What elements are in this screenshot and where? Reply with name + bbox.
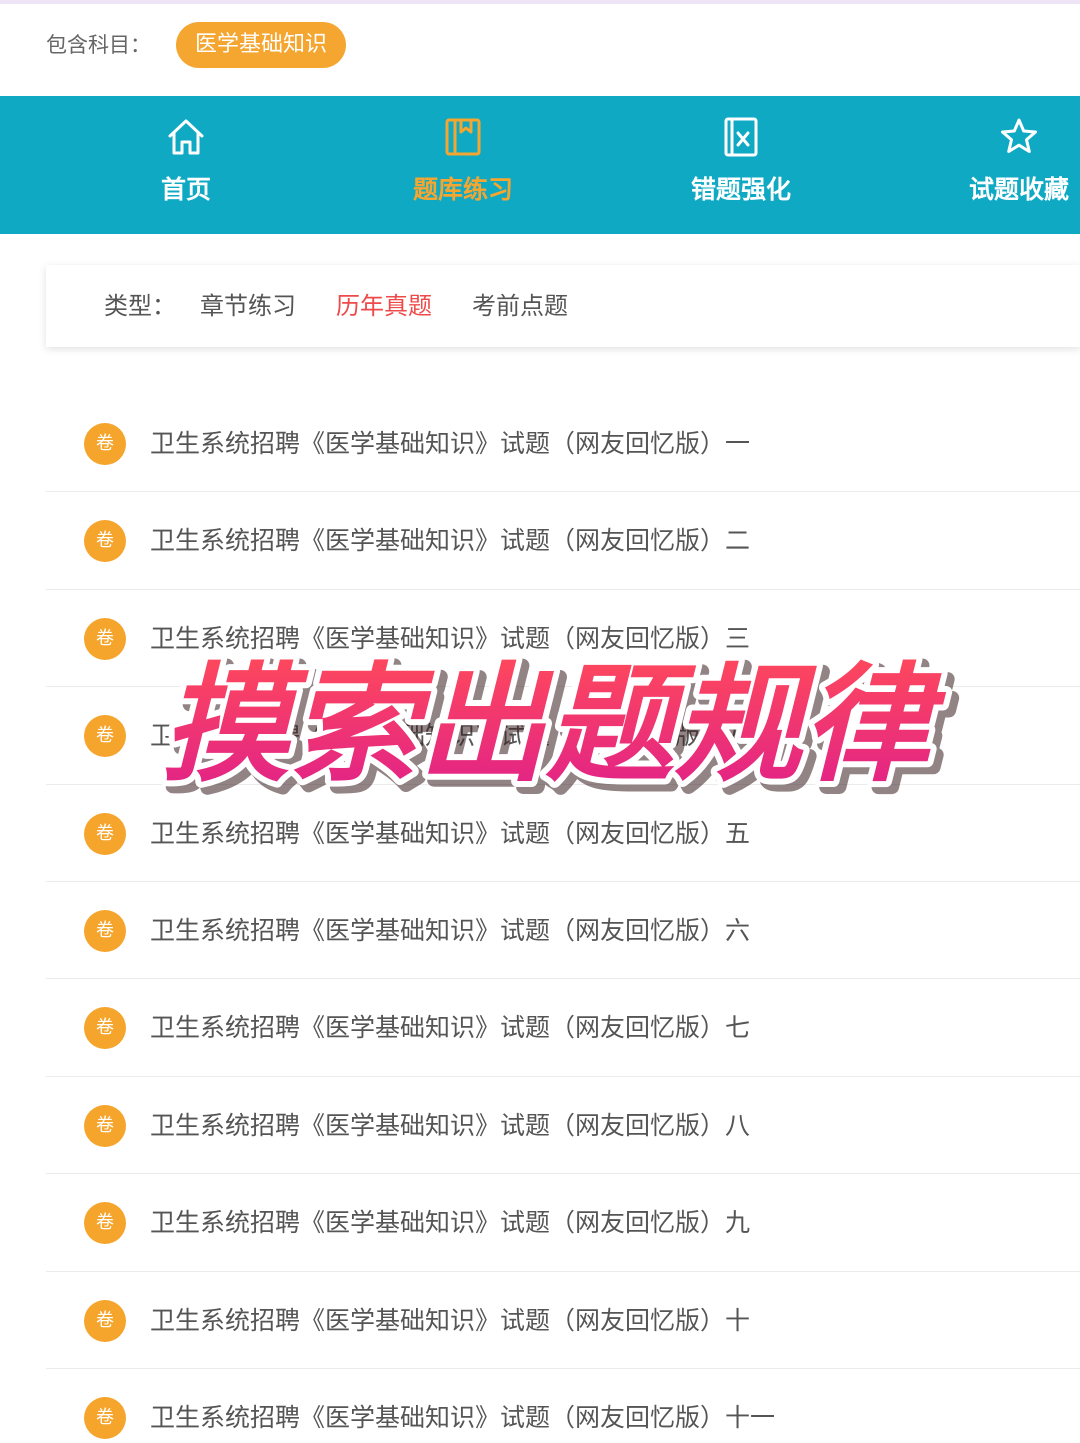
list-item[interactable]: 卷 卫生系统招聘《医学基础知识》试题（网友回忆版）十 xyxy=(46,1272,1080,1369)
paper-title: 卫生系统招聘《医学基础知识》试题（网友回忆版）七 xyxy=(150,1013,751,1043)
nav-item-question-bank[interactable]: 题库练习 xyxy=(363,96,563,234)
type-option-pre-exam-tips[interactable]: 考前点题 xyxy=(472,291,568,321)
type-option-past-exams[interactable]: 历年真题 xyxy=(336,291,432,321)
subject-bar: 包含科目： 医学基础知识 xyxy=(0,4,1080,96)
paper-title: 卫生系统招聘《医学基础知识》试题（网友回忆版）一 xyxy=(150,429,751,458)
nav-item-wrong-questions[interactable]: 错题强化 xyxy=(641,96,841,234)
nav-item-label: 题库练习 xyxy=(412,175,513,204)
paper-title: 卫生系统招聘《医学基础知识》试题（网友回忆版）五 xyxy=(150,818,751,848)
subject-label: 包含科目： xyxy=(46,33,151,57)
subject-pill[interactable]: 医学基础知识 xyxy=(176,22,346,68)
paper-title: 卫生系统招聘《医学基础知识》试题（网友回忆版）十 xyxy=(150,1305,751,1335)
nav-item-label: 错题强化 xyxy=(690,175,791,204)
wrong-question-icon xyxy=(724,117,758,157)
book-icon xyxy=(445,118,481,156)
paper-title: 卫生系统招聘《医学基础知识》试题（网友回忆版）八 xyxy=(150,1110,751,1140)
list-item[interactable]: 卷 卫生系统招聘《医学基础知识》试题（网友回忆版）十一 xyxy=(46,1369,1080,1443)
star-icon xyxy=(1001,118,1037,153)
paper-badge-icon: 卷 xyxy=(84,520,126,563)
paper-title: 卫生系统招聘《医学基础知识》试题（网友回忆版）十一 xyxy=(150,1402,776,1432)
list-item[interactable]: 卷 卫生系统招聘《医学基础知识》试题（网友回忆版）八 xyxy=(46,1077,1080,1175)
home-icon xyxy=(168,119,204,155)
paper-title: 卫生系统招聘《医学基础知识》试题（网友回忆版）二 xyxy=(150,526,751,556)
overlay-text: 摸索出题规律 xyxy=(162,651,947,800)
list-item[interactable]: 卷 卫生系统招聘《医学基础知识》试题（网友回忆版）六 xyxy=(46,882,1080,980)
nav-item-home[interactable]: 首页 xyxy=(86,96,286,234)
list-item[interactable]: 卷 卫生系统招聘《医学基础知识》试题（网友回忆版）一 xyxy=(46,395,1080,493)
nav-item-label: 首页 xyxy=(160,175,211,204)
list-item[interactable]: 卷 卫生系统招聘《医学基础知识》试题（网友回忆版）七 xyxy=(46,979,1080,1077)
type-filter-label: 类型： xyxy=(104,292,176,320)
paper-list: 卷 卫生系统招聘《医学基础知识》试题（网友回忆版）一 卷 卫生系统招聘《医学基础… xyxy=(46,395,1080,1443)
main-nav: 首页 题库练习 错题强化 试题收藏 xyxy=(0,96,1080,234)
paper-badge-icon: 卷 xyxy=(84,1396,126,1439)
overlay-banner: 摸索出题规律 摸索出题规律 摸索出题规律 xyxy=(156,645,960,813)
list-item[interactable]: 卷 卫生系统招聘《医学基础知识》试题（网友回忆版）九 xyxy=(46,1174,1080,1272)
type-filter: 类型： 章节练习 历年真题 考前点题 xyxy=(46,265,1080,347)
paper-badge-icon: 卷 xyxy=(84,423,126,465)
paper-title: 卫生系统招聘《医学基础知识》试题（网友回忆版）六 xyxy=(150,915,751,945)
paper-badge-icon: 卷 xyxy=(84,1104,126,1147)
paper-badge-icon: 卷 xyxy=(84,909,126,952)
nav-item-label: 试题收藏 xyxy=(968,175,1069,204)
paper-badge-icon: 卷 xyxy=(84,1007,126,1050)
paper-badge-icon: 卷 xyxy=(84,1202,126,1245)
paper-badge-icon: 卷 xyxy=(84,1299,126,1342)
paper-title: 卫生系统招聘《医学基础知识》试题（网友回忆版）九 xyxy=(150,1208,751,1238)
list-item[interactable]: 卷 卫生系统招聘《医学基础知识》试题（网友回忆版）二 xyxy=(46,492,1080,590)
nav-item-favorites[interactable]: 试题收藏 xyxy=(919,96,1080,234)
type-option-chapter-practice[interactable]: 章节练习 xyxy=(200,291,296,321)
